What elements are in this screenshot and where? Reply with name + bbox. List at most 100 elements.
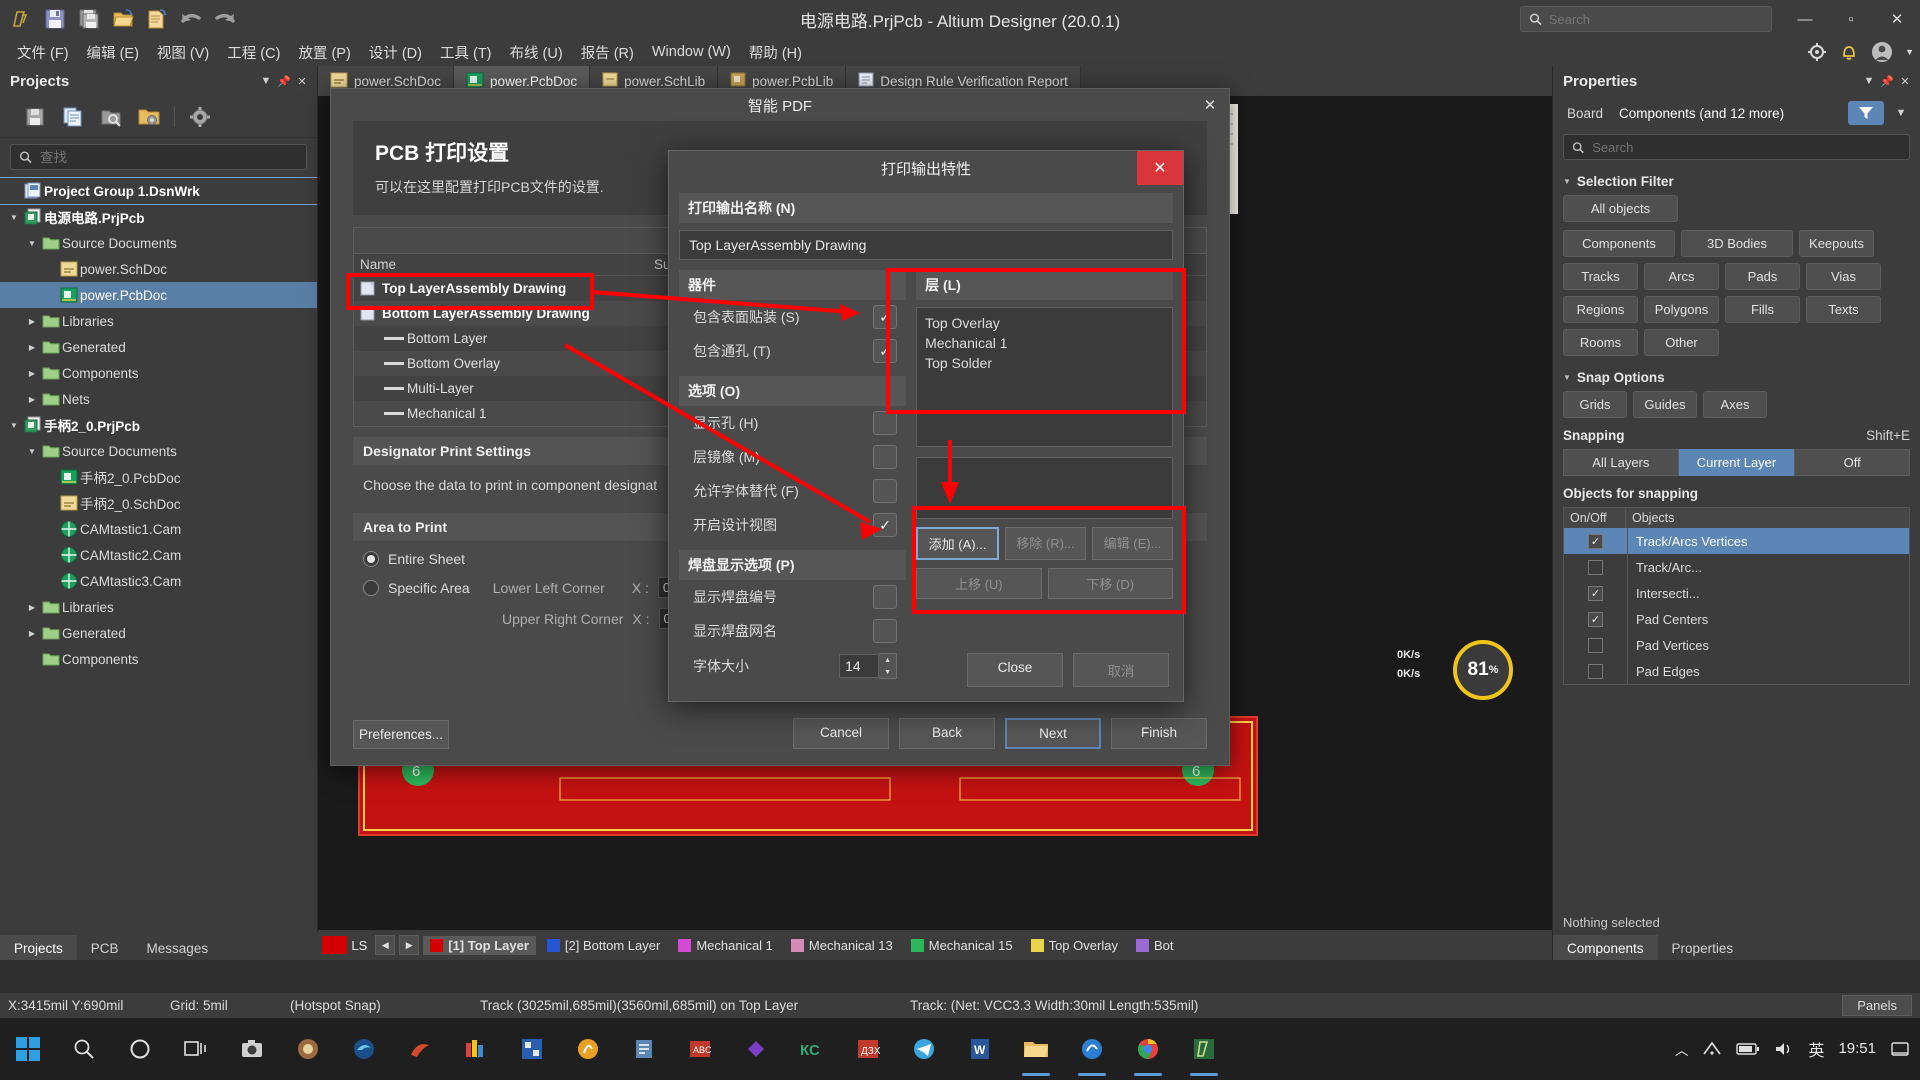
collapse-arrow-icon[interactable]: ▶ — [24, 317, 40, 326]
altium-logo-icon[interactable] — [6, 4, 36, 34]
app3-icon[interactable] — [560, 1018, 616, 1080]
tree-node-11[interactable]: 手柄2_0.PcbDoc — [0, 464, 317, 490]
properties-tab-properties[interactable]: Properties — [1658, 935, 1748, 960]
filter-chip-rooms[interactable]: Rooms — [1563, 329, 1638, 356]
layer-item-0[interactable]: Top Overlay — [925, 313, 1164, 333]
layer-tab-2[interactable]: Mechanical 1 — [671, 936, 780, 955]
pin-icon[interactable]: 📌 — [1878, 70, 1896, 92]
snap-chip-guides[interactable]: Guides — [1633, 391, 1697, 418]
wizard-next-button[interactable]: Next — [1005, 718, 1101, 749]
font-size-input[interactable] — [839, 654, 879, 678]
telegram-icon[interactable] — [896, 1018, 952, 1080]
tab-board[interactable]: Board — [1563, 103, 1607, 124]
chevron-up-icon[interactable]: ︿ — [1675, 1039, 1689, 1059]
snap-object-row-1[interactable]: Track/Arc... — [1564, 554, 1909, 580]
collapse-icon[interactable]: ▼ — [1860, 70, 1878, 92]
close-button[interactable]: ✕ — [1874, 0, 1920, 38]
pad-option-checkbox[interactable] — [873, 619, 897, 643]
tree-node-1[interactable]: ▼电源电路.PrjPcb — [0, 204, 317, 230]
camera-icon[interactable] — [224, 1018, 280, 1080]
modal-close-button[interactable]: Close — [967, 653, 1063, 687]
collapse-arrow-icon[interactable]: ▶ — [24, 369, 40, 378]
tree-node-9[interactable]: ▼手柄2_0.PrjPcb — [0, 412, 317, 438]
snap-object-checkbox[interactable] — [1588, 638, 1603, 653]
panels-button[interactable]: Panels — [1842, 995, 1912, 1016]
expand-arrow-icon[interactable]: ▼ — [24, 239, 40, 248]
open-document-icon[interactable] — [142, 4, 172, 34]
projects-find-input[interactable] — [40, 150, 298, 165]
filter-chip-3d-bodies[interactable]: 3D Bodies — [1681, 230, 1793, 257]
tree-node-15[interactable]: CAMtastic3.Cam — [0, 568, 317, 594]
close-icon[interactable]: ✕ — [293, 70, 311, 92]
properties-tab-components[interactable]: Components — [1553, 935, 1658, 960]
collapse-arrow-icon[interactable]: ▶ — [24, 603, 40, 612]
snap-object-row-0[interactable]: ✓Track/Arcs Vertices — [1564, 528, 1909, 554]
browser-icon[interactable] — [280, 1018, 336, 1080]
app2-icon[interactable] — [504, 1018, 560, 1080]
chrome-icon[interactable] — [1120, 1018, 1176, 1080]
filter-chip-tracks[interactable]: Tracks — [1563, 263, 1638, 290]
filter-chip-polygons[interactable]: Polygons — [1644, 296, 1719, 323]
layer-next-button[interactable]: ▶ — [399, 935, 419, 955]
pad-option-checkbox[interactable] — [873, 585, 897, 609]
tree-node-12[interactable]: 手柄2_0.SchDoc — [0, 490, 317, 516]
wizard-cancel-button[interactable]: Cancel — [793, 718, 889, 749]
component-option-checkbox[interactable]: ✓ — [873, 339, 897, 363]
snap-object-checkbox[interactable]: ✓ — [1588, 612, 1603, 627]
tree-node-17[interactable]: ▶Generated — [0, 620, 317, 646]
redo-icon[interactable] — [210, 4, 240, 34]
task-view-icon[interactable] — [168, 1018, 224, 1080]
filter-chip-fills[interactable]: Fills — [1725, 296, 1800, 323]
expand-arrow-icon[interactable]: ▼ — [6, 421, 22, 430]
chevron-down-icon[interactable]: ▼ — [1892, 102, 1910, 124]
pad-option-row-1[interactable]: 显示焊盘网名 — [679, 614, 906, 648]
wizard-close-icon[interactable]: ✕ — [1199, 94, 1221, 116]
option-row-1[interactable]: 层镜像 (M) — [679, 440, 906, 474]
wizard-back-button[interactable]: Back — [899, 718, 995, 749]
compile-icon[interactable] — [60, 104, 86, 130]
taskbar-clock[interactable]: 19:51 — [1838, 1041, 1876, 1057]
close-icon[interactable]: ✕ — [1896, 70, 1914, 92]
layer-tab-5[interactable]: Top Overlay — [1024, 936, 1125, 955]
filter-chip-keepouts[interactable]: Keepouts — [1799, 230, 1874, 257]
snap-object-row-5[interactable]: Pad Edges — [1564, 658, 1909, 684]
filter-chip-components[interactable]: Components — [1563, 230, 1675, 257]
snap-object-row-2[interactable]: ✓Intersecti... — [1564, 580, 1909, 606]
properties-search[interactable] — [1563, 134, 1910, 160]
gear-icon[interactable] — [187, 104, 213, 130]
menu-item-10[interactable]: 帮助 (H) — [740, 39, 811, 66]
save-all-icon[interactable] — [74, 4, 104, 34]
filter-chip-arcs[interactable]: Arcs — [1644, 263, 1719, 290]
layer-item-2[interactable]: Top Solder — [925, 353, 1164, 373]
minimize-button[interactable]: — — [1782, 0, 1828, 38]
vscode-icon[interactable] — [728, 1018, 784, 1080]
ls-label[interactable]: LS — [351, 938, 367, 953]
collapse-arrow-icon[interactable]: ▶ — [24, 395, 40, 404]
windows-start-icon[interactable] — [0, 1018, 56, 1080]
project-options-icon[interactable] — [136, 104, 162, 130]
layer-tab-0[interactable]: [1] Top Layer — [423, 936, 536, 955]
collapse-arrow-icon[interactable]: ▶ — [24, 343, 40, 352]
layer-tab-4[interactable]: Mechanical 15 — [904, 936, 1020, 955]
search-icon[interactable] — [56, 1018, 112, 1080]
filter-chip-vias[interactable]: Vias — [1806, 263, 1881, 290]
tab-components[interactable]: Components (and 12 more) — [1615, 103, 1840, 124]
global-search-input[interactable] — [1549, 12, 1763, 27]
altium-icon[interactable] — [1176, 1018, 1232, 1080]
chevron-down-icon[interactable]: ▼ — [1905, 47, 1914, 57]
pin-icon[interactable]: 📌 — [275, 70, 293, 92]
option-row-2[interactable]: 允许字体替代 (F) — [679, 474, 906, 508]
maximize-button[interactable]: ▫ — [1828, 0, 1874, 38]
layers-secondary-box[interactable] — [916, 457, 1173, 519]
radio-specific-area-control[interactable] — [363, 580, 379, 596]
modal-close-button[interactable]: ✕ — [1137, 151, 1183, 185]
pad-option-row-0[interactable]: 显示焊盘编号 — [679, 580, 906, 614]
tree-node-4[interactable]: power.PcbDoc — [0, 282, 317, 308]
component-option-row-1[interactable]: 包含通孔 (T)✓ — [679, 334, 906, 368]
expand-arrow-icon[interactable]: ▼ — [6, 213, 22, 222]
word-icon[interactable]: W — [952, 1018, 1008, 1080]
open-folder-icon[interactable] — [108, 4, 138, 34]
font-size-arrows[interactable]: ▲▼ — [879, 653, 897, 679]
filter-chip-texts[interactable]: Texts — [1806, 296, 1881, 323]
font-size-stepper[interactable]: ▲▼ — [839, 653, 897, 679]
